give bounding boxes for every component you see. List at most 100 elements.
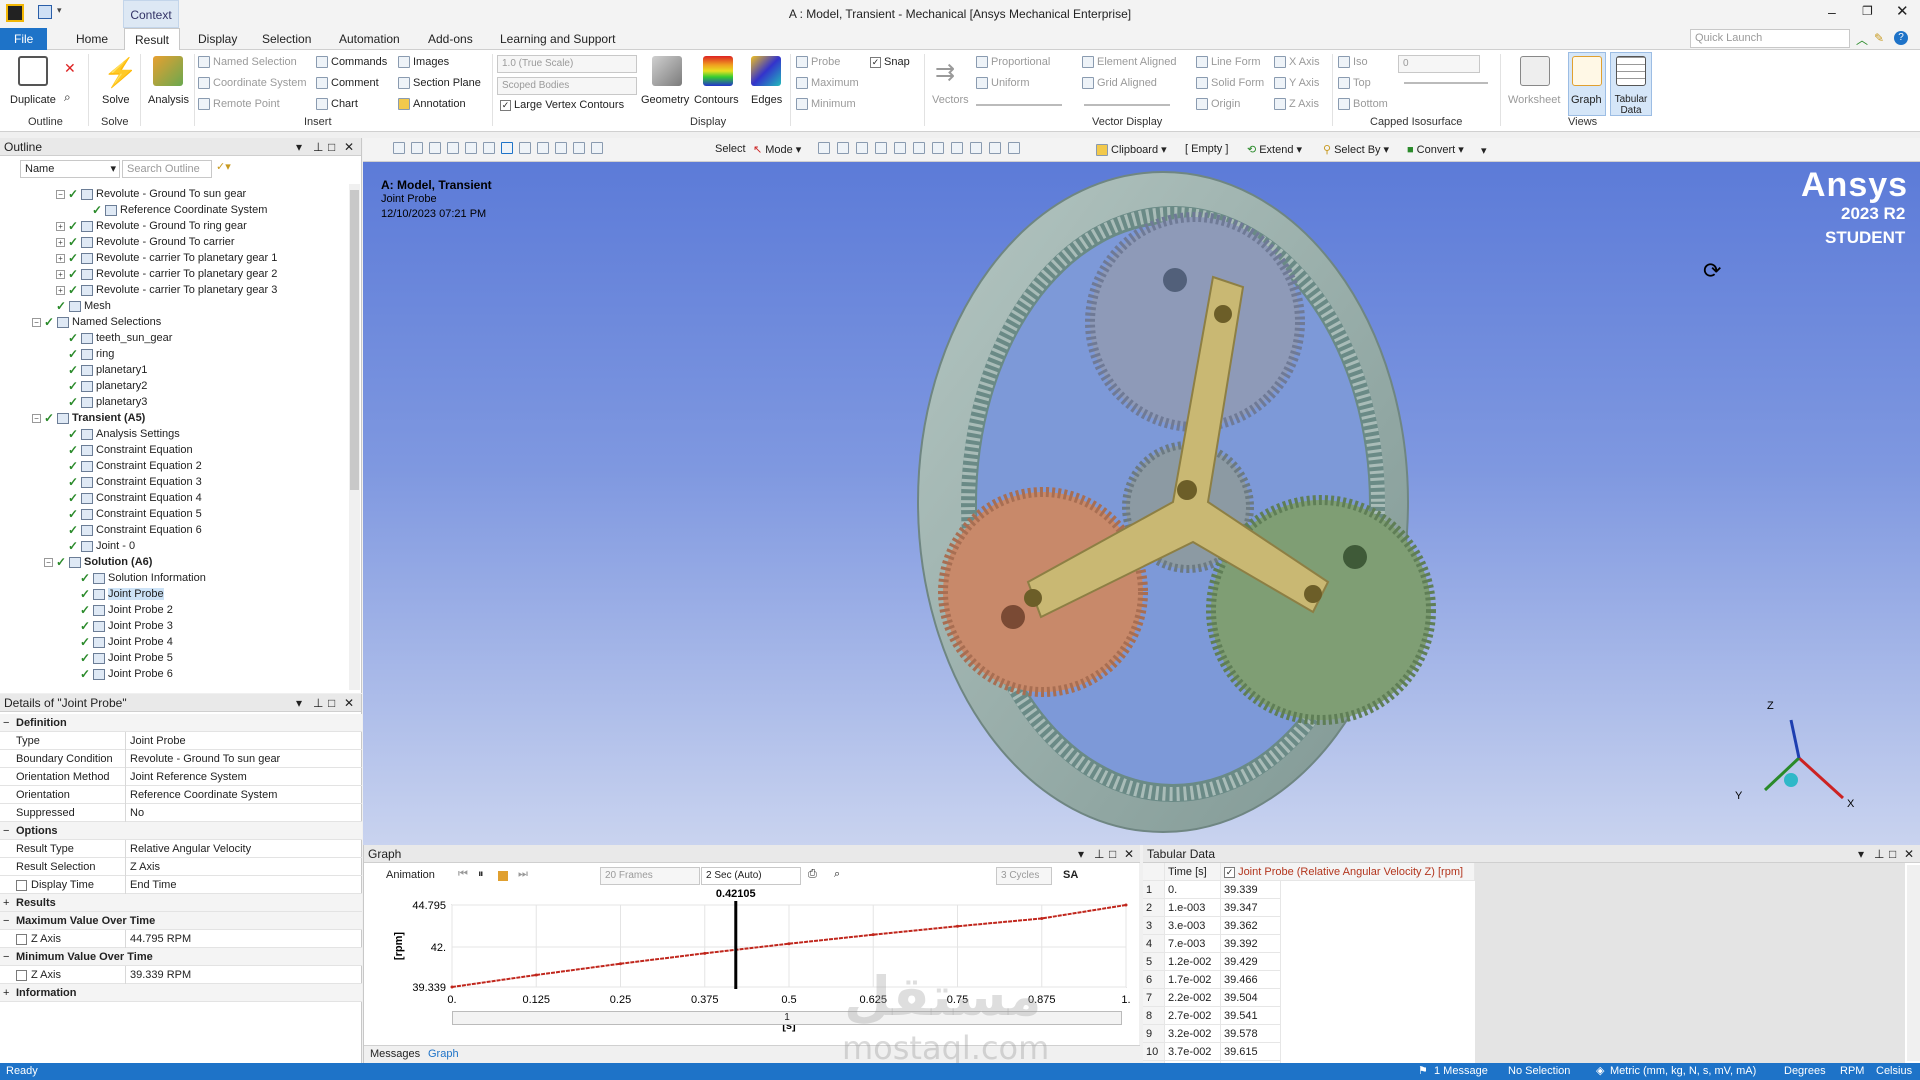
duplicate-icon[interactable]: [18, 56, 48, 86]
select-by-button[interactable]: ⚲ Select By ▾: [1323, 143, 1389, 157]
details-section[interactable]: − Maximum Value Over Time: [0, 912, 362, 930]
find-icon[interactable]: ⌕: [64, 90, 71, 105]
outline-tree-item[interactable]: ✓ Joint Probe 4: [68, 634, 173, 650]
analysis-icon[interactable]: [153, 56, 183, 86]
edges-button[interactable]: Edges: [751, 94, 782, 106]
section-toggle-icon[interactable]: −: [3, 912, 9, 930]
outline-tree-item[interactable]: ✓ Constraint Equation 5: [56, 506, 202, 522]
outline-tree-item[interactable]: − ✓ Solution (A6): [44, 554, 152, 570]
time-cell[interactable]: 3.e-003: [1165, 917, 1221, 935]
y-axis-button[interactable]: Y Axis: [1274, 77, 1319, 89]
vectors-icon[interactable]: ⇉: [935, 58, 955, 87]
section-toggle-icon[interactable]: +: [3, 984, 9, 1002]
details-row[interactable]: Z Axis 44.795 RPM: [0, 930, 362, 948]
value-cell[interactable]: 39.362: [1221, 917, 1281, 935]
outline-tree-item[interactable]: ✓ teeth_sun_gear: [56, 330, 172, 346]
body-filter-icon[interactable]: [875, 142, 887, 154]
pin-icon[interactable]: ⊥: [313, 138, 323, 156]
close-icon[interactable]: ✕: [1896, 2, 1909, 20]
tabular-scrollbar[interactable]: [1907, 865, 1920, 1061]
x-axis-button[interactable]: X Axis: [1274, 56, 1320, 68]
scoped-bodies-dropdown[interactable]: Scoped Bodies: [497, 77, 637, 95]
edge-filter-icon[interactable]: [837, 142, 849, 154]
outline-tree-item[interactable]: ✓ Constraint Equation 3: [56, 474, 202, 490]
expand-toggle-icon[interactable]: −: [56, 189, 65, 199]
graph-close-icon[interactable]: ✕: [1124, 845, 1134, 863]
expand-toggle-icon[interactable]: −: [32, 413, 41, 423]
pause-icon[interactable]: ⏸: [478, 868, 484, 881]
outline-tree-item[interactable]: ✓ Analysis Settings: [56, 426, 180, 442]
pan-icon[interactable]: [519, 142, 531, 154]
element-filter-icon[interactable]: [913, 142, 925, 154]
value-cell[interactable]: 39.339: [1221, 881, 1281, 899]
result-column-header[interactable]: ✓ Joint Probe (Relative Angular Velocity…: [1221, 863, 1475, 881]
toolbar-overflow-icon[interactable]: ▾: [1481, 144, 1487, 157]
minimize-icon[interactable]: –: [1828, 4, 1836, 20]
export-video-icon[interactable]: ⎙: [808, 868, 817, 881]
annotation-button[interactable]: Annotation: [398, 98, 466, 110]
outline-tree-item[interactable]: + ✓ Revolute - carrier To planetary gear 1: [56, 250, 277, 266]
zoom-fit-icon[interactable]: [555, 142, 567, 154]
geometry-button[interactable]: Geometry: [641, 94, 689, 106]
stop-icon[interactable]: [498, 871, 508, 881]
value-cell[interactable]: 39.429: [1221, 953, 1281, 971]
details-row[interactable]: Suppressed No: [0, 804, 362, 822]
snap-checkbox[interactable]: ✓ Snap: [870, 56, 910, 68]
cycles-input[interactable]: 3 Cycles: [996, 867, 1052, 885]
details-value[interactable]: Z Axis: [128, 858, 362, 876]
outline-tree-item[interactable]: ✓ Constraint Equation 6: [56, 522, 202, 538]
section-toggle-icon[interactable]: −: [3, 948, 9, 966]
section-plane-button[interactable]: Section Plane: [398, 77, 481, 89]
shaded-icon[interactable]: [447, 142, 459, 154]
pane-menu-icon[interactable]: ▾: [296, 138, 302, 156]
mode-button[interactable]: ↖ Mode ▾: [753, 143, 801, 157]
column-visible-checkbox[interactable]: ✓: [1224, 867, 1235, 878]
zoom-selection-icon[interactable]: [573, 142, 585, 154]
tab-addons[interactable]: Add-ons: [418, 28, 483, 50]
origin-button[interactable]: Origin: [1196, 98, 1240, 110]
probe-filter-icon[interactable]: [970, 142, 982, 154]
quick-launch-input[interactable]: Quick Launch: [1690, 29, 1850, 48]
zoom-in-icon[interactable]: [393, 142, 405, 154]
outline-tree-item[interactable]: ✓ Joint Probe 5: [68, 650, 173, 666]
convert-button[interactable]: ■ Convert ▾: [1407, 143, 1464, 157]
search-outline-input[interactable]: Search Outline: [122, 160, 212, 178]
zoom-out-icon[interactable]: [411, 142, 423, 154]
section-toggle-icon[interactable]: −: [3, 822, 9, 840]
element-face-filter-icon[interactable]: [932, 142, 944, 154]
worksheet-button[interactable]: Worksheet: [1508, 94, 1560, 106]
magnifier-icon[interactable]: [591, 142, 603, 154]
details-row[interactable]: Type Joint Probe: [0, 732, 362, 750]
chart-button[interactable]: Chart: [316, 98, 358, 110]
value-cell[interactable]: 39.578: [1221, 1025, 1281, 1043]
value-cell[interactable]: 39.504: [1221, 989, 1281, 1007]
details-value[interactable]: Reference Coordinate System: [128, 786, 362, 804]
details-section[interactable]: − Options: [0, 822, 362, 840]
annotate-filter-icon[interactable]: [989, 142, 1001, 154]
details-section[interactable]: + Information: [0, 984, 362, 1002]
outline-tree-item[interactable]: ✓ Constraint Equation 2: [56, 458, 202, 474]
status-temp[interactable]: Celsius: [1876, 1063, 1912, 1080]
tab-graph[interactable]: Graph: [428, 1048, 459, 1060]
time-cell[interactable]: 0.: [1165, 881, 1221, 899]
close-pane-icon[interactable]: ✕: [344, 138, 354, 156]
details-section[interactable]: − Minimum Value Over Time: [0, 948, 362, 966]
details-value[interactable]: End Time: [128, 876, 362, 894]
minimum-button[interactable]: Minimum: [796, 98, 856, 110]
section-toggle-icon[interactable]: −: [3, 714, 9, 732]
tab-result[interactable]: Result: [124, 28, 181, 51]
outline-tree-item[interactable]: − ✓ Transient (A5): [32, 410, 145, 426]
value-cell[interactable]: 39.392: [1221, 935, 1281, 953]
time-cell[interactable]: 7.e-003: [1165, 935, 1221, 953]
vector-length-slider[interactable]: [976, 104, 1062, 106]
select-button[interactable]: Select: [715, 143, 746, 155]
remote-point-button[interactable]: Remote Point: [198, 98, 280, 110]
time-cell[interactable]: 3.7e-002: [1165, 1043, 1221, 1061]
graph-pin-icon[interactable]: ⊥: [1094, 845, 1104, 863]
outline-tree-item[interactable]: ✓ planetary2: [56, 378, 147, 394]
graph-filter-icon[interactable]: [1008, 142, 1020, 154]
face-filter-icon[interactable]: [856, 142, 868, 154]
maximize-pane-icon[interactable]: □: [328, 138, 335, 156]
details-row[interactable]: Display Time End Time: [0, 876, 362, 894]
details-row[interactable]: Result Type Relative Angular Velocity: [0, 840, 362, 858]
